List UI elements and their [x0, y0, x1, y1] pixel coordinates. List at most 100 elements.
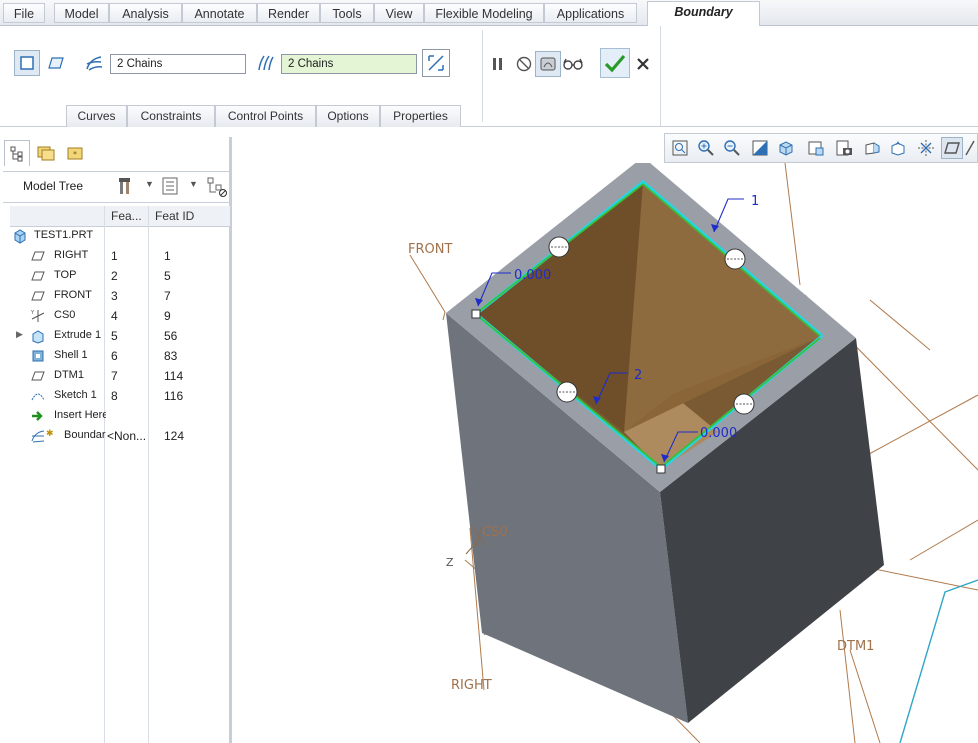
show-dropdown[interactable]: ▼ — [161, 176, 201, 198]
datum-label-front[interactable]: FRONT — [408, 242, 452, 257]
folder-browser-icon — [37, 146, 55, 161]
surface-icon — [20, 56, 34, 70]
filter-tree-icon — [207, 177, 227, 197]
tree-row-right[interactable]: RIGHT 1 1 — [10, 246, 230, 266]
first-direction-icon-button[interactable] — [81, 50, 107, 76]
menu-tab-model[interactable]: Model — [54, 3, 109, 23]
menu-tab-render[interactable]: Render — [257, 3, 320, 23]
axis-display-button[interactable] — [963, 137, 977, 159]
zoom-out-button[interactable] — [721, 137, 743, 159]
tab-favorites[interactable]: * — [62, 140, 88, 166]
close-icon — [637, 58, 649, 70]
menu-tab-annotate[interactable]: Annotate — [182, 3, 257, 23]
menu-tab-flexible-modeling[interactable]: Flexible Modeling — [424, 3, 544, 23]
first-direction-collector[interactable]: 2 Chains — [110, 54, 246, 74]
menu-tab-applications[interactable]: Applications — [544, 3, 637, 23]
datum-display-icon — [891, 141, 905, 156]
zoom-out-icon — [724, 140, 740, 156]
second-direction-collector[interactable]: 2 Chains — [281, 54, 417, 74]
pause-button[interactable] — [485, 51, 511, 77]
model-tree-header: Model Tree ▼ ▼ — [3, 171, 229, 203]
thin-surface-button[interactable] — [43, 50, 69, 76]
column-feature-number[interactable]: Fea... — [111, 209, 142, 223]
menu-tab-boundary-blend[interactable]: Boundary Blend — [647, 1, 760, 39]
attached-preview-button[interactable] — [535, 51, 561, 77]
tree-row-boundary-blend[interactable]: ✱ Boundar <Non... 124 — [10, 426, 230, 446]
value-callout-a[interactable]: 0.000 — [514, 268, 551, 283]
list-settings-icon — [162, 177, 178, 195]
datum-label-cs0[interactable]: CS0 — [482, 525, 508, 540]
first-direction-icon — [86, 56, 103, 71]
tree-row-insert-here[interactable]: Insert Here — [10, 406, 230, 426]
perspective-view-icon — [865, 142, 880, 155]
second-direction-icon-button[interactable] — [252, 50, 278, 76]
tree-row-shell1[interactable]: Shell 1 6 83 — [10, 346, 230, 366]
surface-type-button[interactable] — [14, 50, 40, 76]
tree-row-cs0[interactable]: Y CS0 4 9 — [10, 306, 230, 326]
zoom-in-button[interactable] — [695, 137, 717, 159]
tab-constraints[interactable]: Constraints — [127, 105, 215, 127]
refit-button[interactable] — [669, 137, 691, 159]
cancel-button[interactable] — [630, 51, 656, 77]
datum-plane-icon — [31, 371, 45, 381]
value-callout-b[interactable]: 0.000 — [700, 426, 737, 441]
display-style-button[interactable] — [775, 137, 797, 159]
no-preview-button[interactable] — [511, 51, 537, 77]
column-feat-id[interactable]: Feat ID — [155, 209, 194, 223]
zoom-in-icon — [698, 140, 714, 156]
corner-point-handle — [471, 309, 481, 319]
shaded-cube-icon — [779, 141, 793, 156]
menu-tab-analysis[interactable]: Analysis — [109, 3, 182, 23]
chain-callout-2[interactable]: 2 — [634, 368, 642, 383]
svg-text:*: * — [73, 150, 77, 159]
expand-arrow-icon[interactable]: ▶ — [16, 329, 23, 340]
part-icon — [14, 229, 26, 244]
plane-display-button[interactable] — [941, 137, 963, 159]
perspective-button[interactable] — [861, 137, 883, 159]
boundary-blend-icon — [31, 430, 45, 443]
tree-row-dtm1[interactable]: DTM1 7 114 — [10, 366, 230, 386]
menu-tab-tools[interactable]: Tools — [320, 3, 374, 23]
favorites-folder-icon: * — [67, 147, 83, 160]
datum-plane-icon — [31, 291, 45, 301]
tab-model-tree[interactable] — [4, 140, 30, 166]
coordinate-system-icon: Y — [30, 310, 45, 322]
checkmark-icon — [604, 54, 626, 73]
verify-preview-button[interactable] — [560, 51, 586, 77]
tree-row-sketch1[interactable]: Sketch 1 8 116 — [10, 386, 230, 406]
spin-center-button[interactable] — [915, 137, 937, 159]
tab-control-points[interactable]: Control Points — [215, 105, 316, 127]
shell-icon — [32, 350, 44, 362]
repaint-icon — [752, 140, 768, 156]
blend-to-point-button[interactable] — [422, 49, 450, 77]
settings-dropdown[interactable]: ▼ — [117, 176, 157, 198]
saved-views-icon — [808, 141, 824, 156]
ok-button[interactable] — [600, 48, 630, 78]
menu-tab-view[interactable]: View — [374, 3, 424, 23]
graphics-toolbar — [664, 133, 978, 163]
ribbon-separator — [482, 30, 483, 122]
datum-display-button[interactable] — [887, 137, 909, 159]
datum-label-dtm1[interactable]: DTM1 — [837, 639, 874, 654]
file-menu[interactable]: File ▾ — [3, 3, 45, 41]
shelled-box[interactable] — [446, 163, 884, 723]
tools-icon — [119, 178, 130, 194]
z-axis-label: Z — [446, 556, 454, 569]
datum-label-right[interactable]: RIGHT — [451, 678, 492, 693]
tree-row-extrude1[interactable]: ▶ Extrude 1 5 56 — [10, 326, 230, 346]
view-manager-button[interactable] — [833, 137, 855, 159]
tab-options[interactable]: Options — [316, 105, 380, 127]
tree-root-label: TEST1.PRT — [34, 229, 94, 241]
tree-row-top[interactable]: TOP 2 5 — [10, 266, 230, 286]
tree-filter-button[interactable] — [206, 176, 228, 198]
chain-callout-1[interactable]: 1 — [751, 194, 759, 209]
tab-curves[interactable]: Curves — [66, 105, 127, 127]
model-tree-column-header: Fea... Feat ID — [10, 206, 230, 227]
tree-row-front[interactable]: FRONT 3 7 — [10, 286, 230, 306]
tree-root[interactable]: TEST1.PRT — [10, 226, 230, 246]
tab-folder-browser[interactable] — [33, 140, 59, 166]
saved-views-button[interactable] — [805, 137, 827, 159]
tab-properties[interactable]: Properties — [380, 105, 461, 127]
repaint-button[interactable] — [749, 137, 771, 159]
graphics-viewport[interactable]: 1 2 0.000 0.000 FRONT RIGHT DTM1 CS0 Z — [236, 163, 978, 743]
